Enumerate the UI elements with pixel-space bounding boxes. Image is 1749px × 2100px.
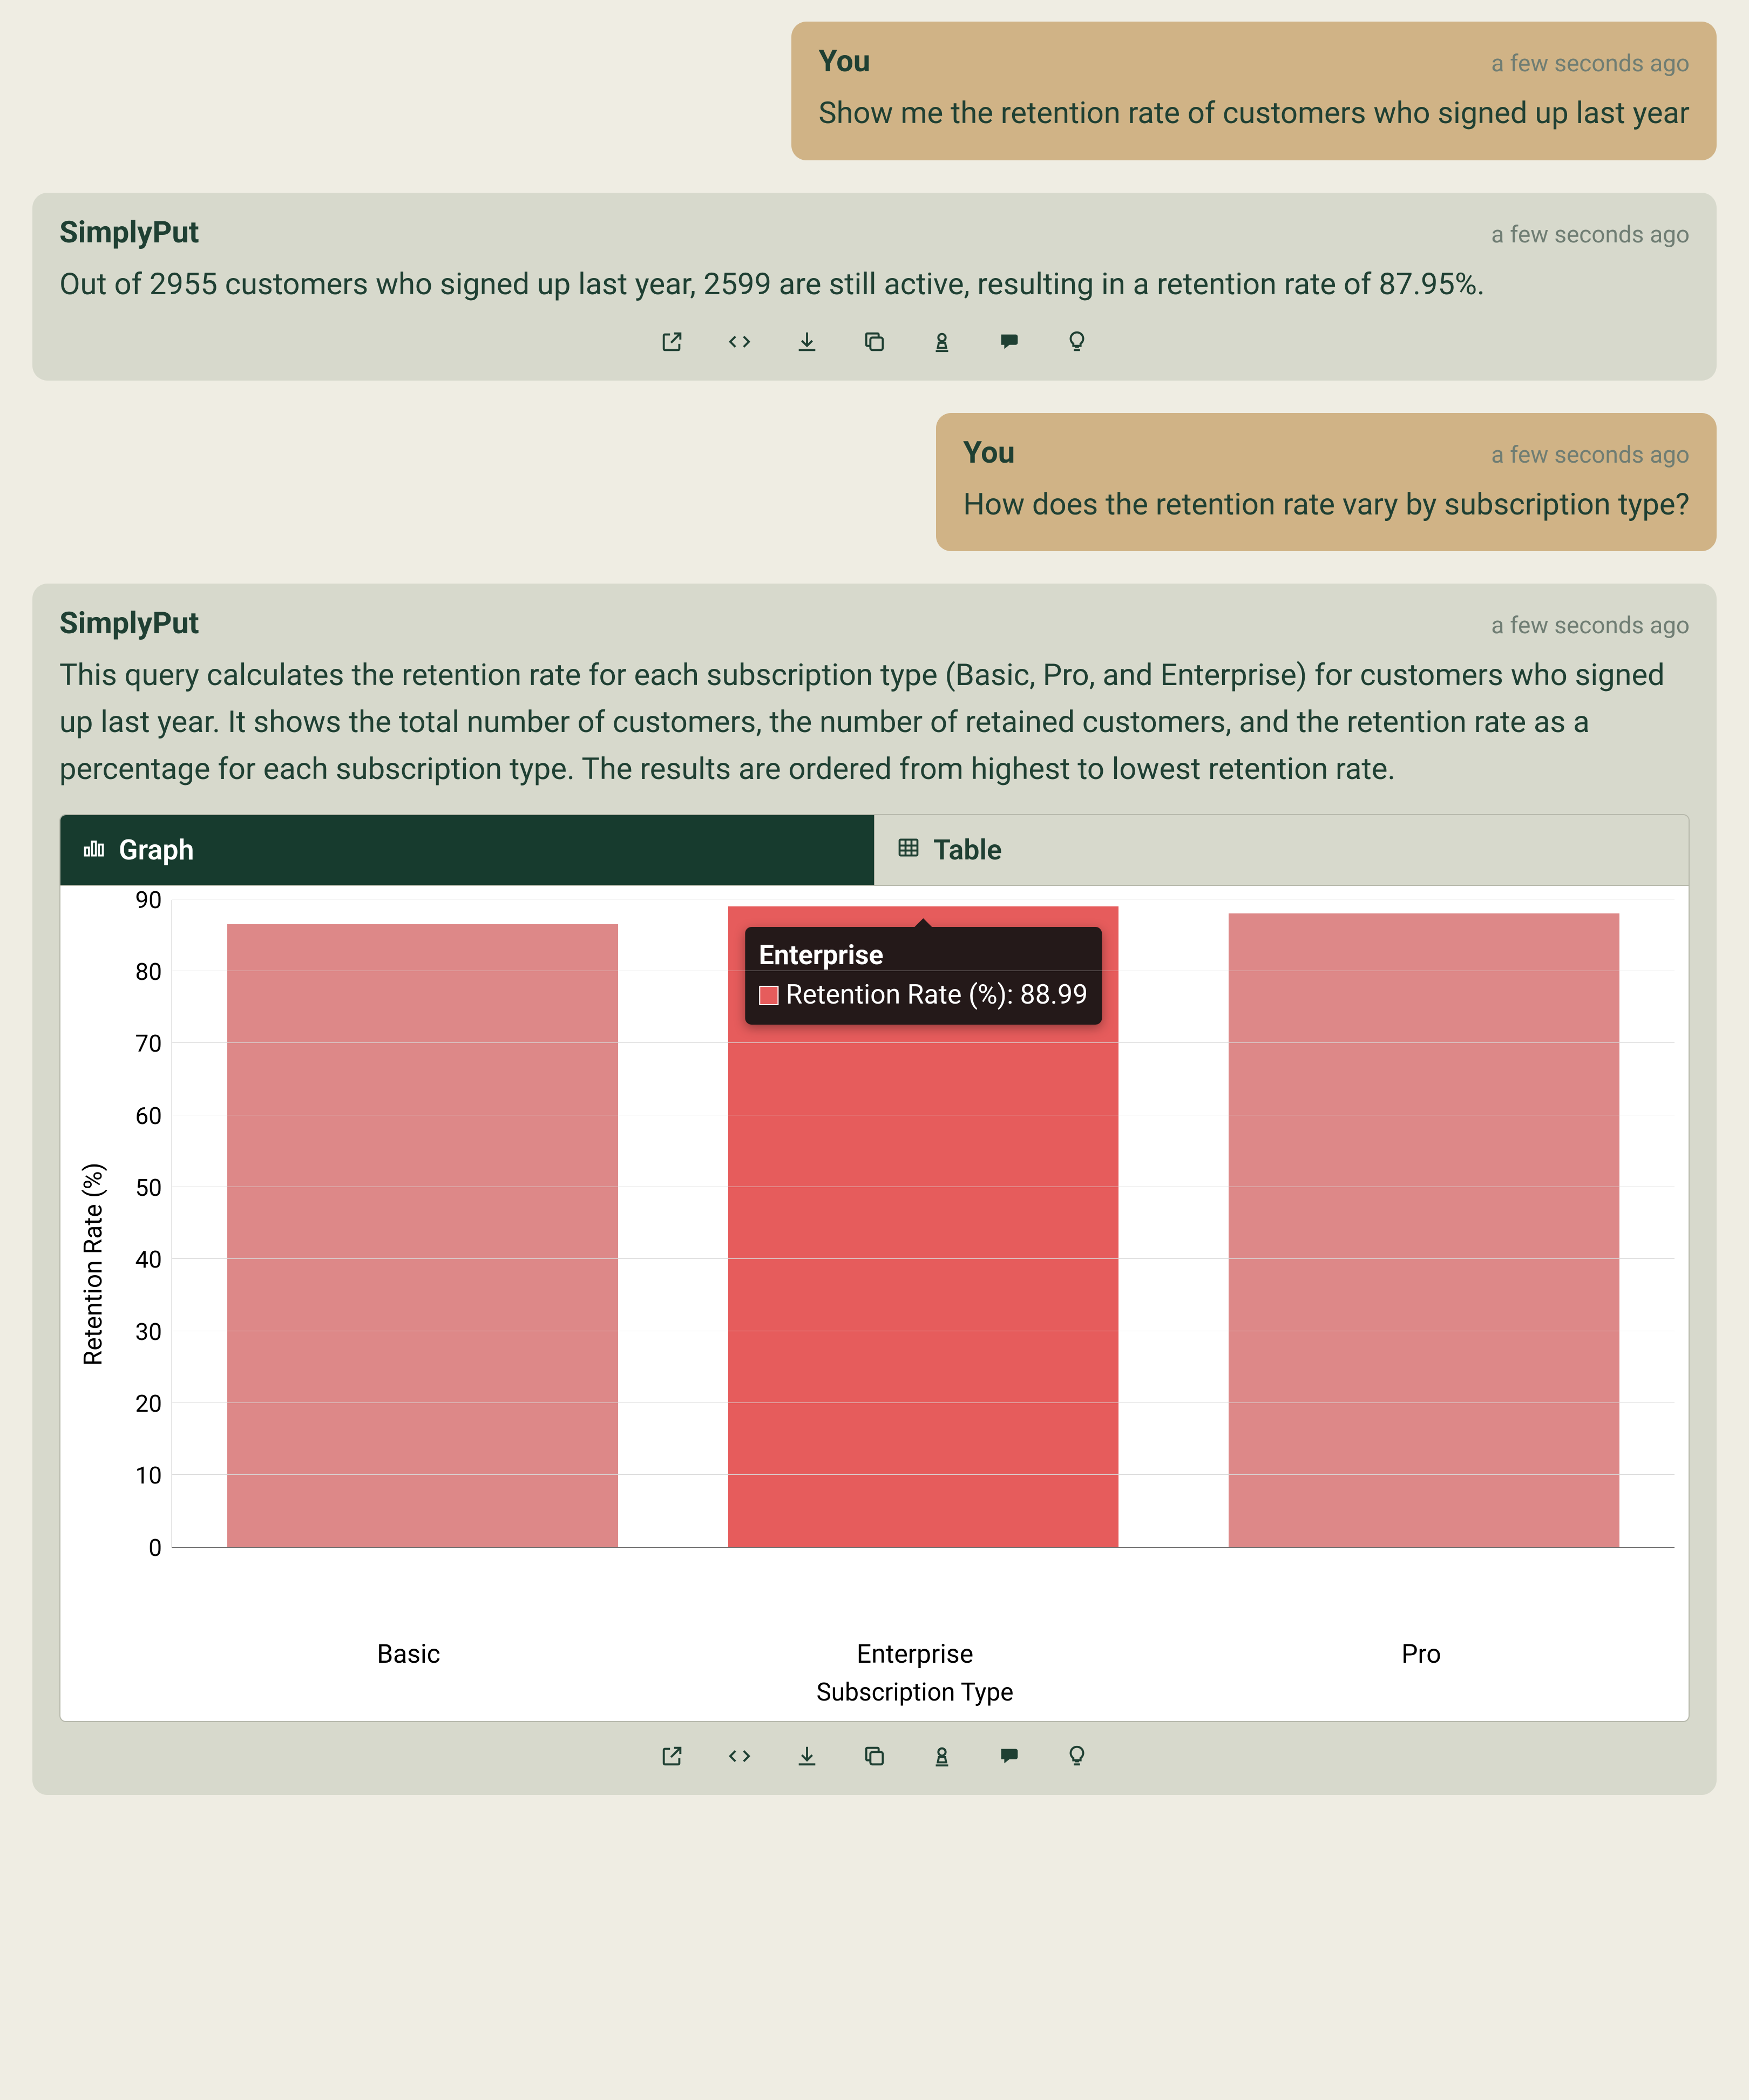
chart-container: Retention Rate (%) 0 10 20 30 40 50 60 70 80 90 E… — [59, 886, 1690, 1722]
code-icon[interactable] — [725, 1742, 755, 1771]
message-author: You — [963, 435, 1015, 470]
lightbulb-icon[interactable] — [1062, 1742, 1092, 1771]
tab-graph[interactable]: Graph — [60, 815, 874, 885]
lightbulb-icon[interactable] — [1062, 327, 1092, 357]
assistant-message: SimplyPut a few seconds ago Out of 2955 … — [32, 193, 1717, 381]
chart-y-axis-label: Retention Rate (%) — [74, 900, 112, 1629]
explain-icon[interactable] — [995, 1742, 1025, 1771]
message-actions — [59, 327, 1690, 357]
copy-icon[interactable] — [860, 327, 890, 357]
message-text: Show me the retention rate of customers … — [818, 90, 1690, 137]
y-tick: 20 — [135, 1390, 162, 1418]
y-tick: 90 — [135, 886, 162, 914]
chart-bar[interactable] — [1229, 913, 1619, 1547]
y-tick: 80 — [135, 958, 162, 986]
message-timestamp: a few seconds ago — [1491, 611, 1690, 639]
x-tick-label: Pro — [1168, 1629, 1675, 1669]
user-message: You a few seconds ago Show me the retent… — [791, 22, 1717, 160]
message-actions — [59, 1742, 1690, 1771]
message-timestamp: a few seconds ago — [1491, 441, 1690, 469]
y-tick: 40 — [135, 1245, 162, 1273]
explain-icon[interactable] — [995, 327, 1025, 357]
chart-plot-area[interactable]: Enterprise Retention Rate (%): 88.99 — [172, 900, 1675, 1548]
open-external-icon[interactable] — [657, 327, 687, 357]
message-text: This query calculates the retention rate… — [59, 652, 1690, 792]
chart-x-axis-label: Subscription Type — [155, 1678, 1675, 1707]
tab-table[interactable]: Table — [874, 815, 1689, 885]
code-icon[interactable] — [725, 327, 755, 357]
stamp-icon[interactable] — [927, 1742, 957, 1771]
message-timestamp: a few seconds ago — [1491, 49, 1690, 77]
chart-bar[interactable] — [227, 924, 618, 1547]
chart-bar[interactable] — [728, 906, 1119, 1547]
open-external-icon[interactable] — [657, 1742, 687, 1771]
y-tick: 60 — [135, 1102, 162, 1130]
message-timestamp: a few seconds ago — [1491, 220, 1690, 248]
x-tick-label: Basic — [155, 1629, 662, 1669]
y-tick: 30 — [135, 1318, 162, 1346]
assistant-message: SimplyPut a few seconds ago This query c… — [32, 584, 1717, 1794]
tab-table-label: Table — [933, 834, 1002, 866]
tab-graph-label: Graph — [119, 834, 194, 866]
bar-chart-icon — [82, 834, 106, 866]
message-text: How does the retention rate vary by subs… — [963, 481, 1690, 528]
message-author: SimplyPut — [59, 214, 199, 250]
message-author: You — [818, 43, 870, 79]
download-icon[interactable] — [792, 1742, 822, 1771]
y-tick: 10 — [135, 1461, 162, 1489]
y-tick: 50 — [135, 1174, 162, 1202]
x-tick-label: Enterprise — [662, 1629, 1168, 1669]
chart-y-axis: 0102030405060708090 — [112, 900, 172, 1548]
table-icon — [897, 834, 920, 866]
download-icon[interactable] — [792, 327, 822, 357]
message-author: SimplyPut — [59, 605, 199, 641]
result-tabs: Graph Table — [59, 814, 1690, 886]
copy-icon[interactable] — [860, 1742, 890, 1771]
chart-x-labels: BasicEnterprisePro — [155, 1629, 1675, 1669]
user-message: You a few seconds ago How does the reten… — [936, 413, 1717, 552]
y-tick: 70 — [135, 1029, 162, 1058]
y-tick: 0 — [148, 1534, 162, 1562]
chart-gridline — [172, 1474, 1675, 1475]
stamp-icon[interactable] — [927, 327, 957, 357]
chart-gridline — [172, 1258, 1675, 1259]
message-text: Out of 2955 customers who signed up last… — [59, 261, 1690, 308]
chart-gridline — [172, 1042, 1675, 1043]
